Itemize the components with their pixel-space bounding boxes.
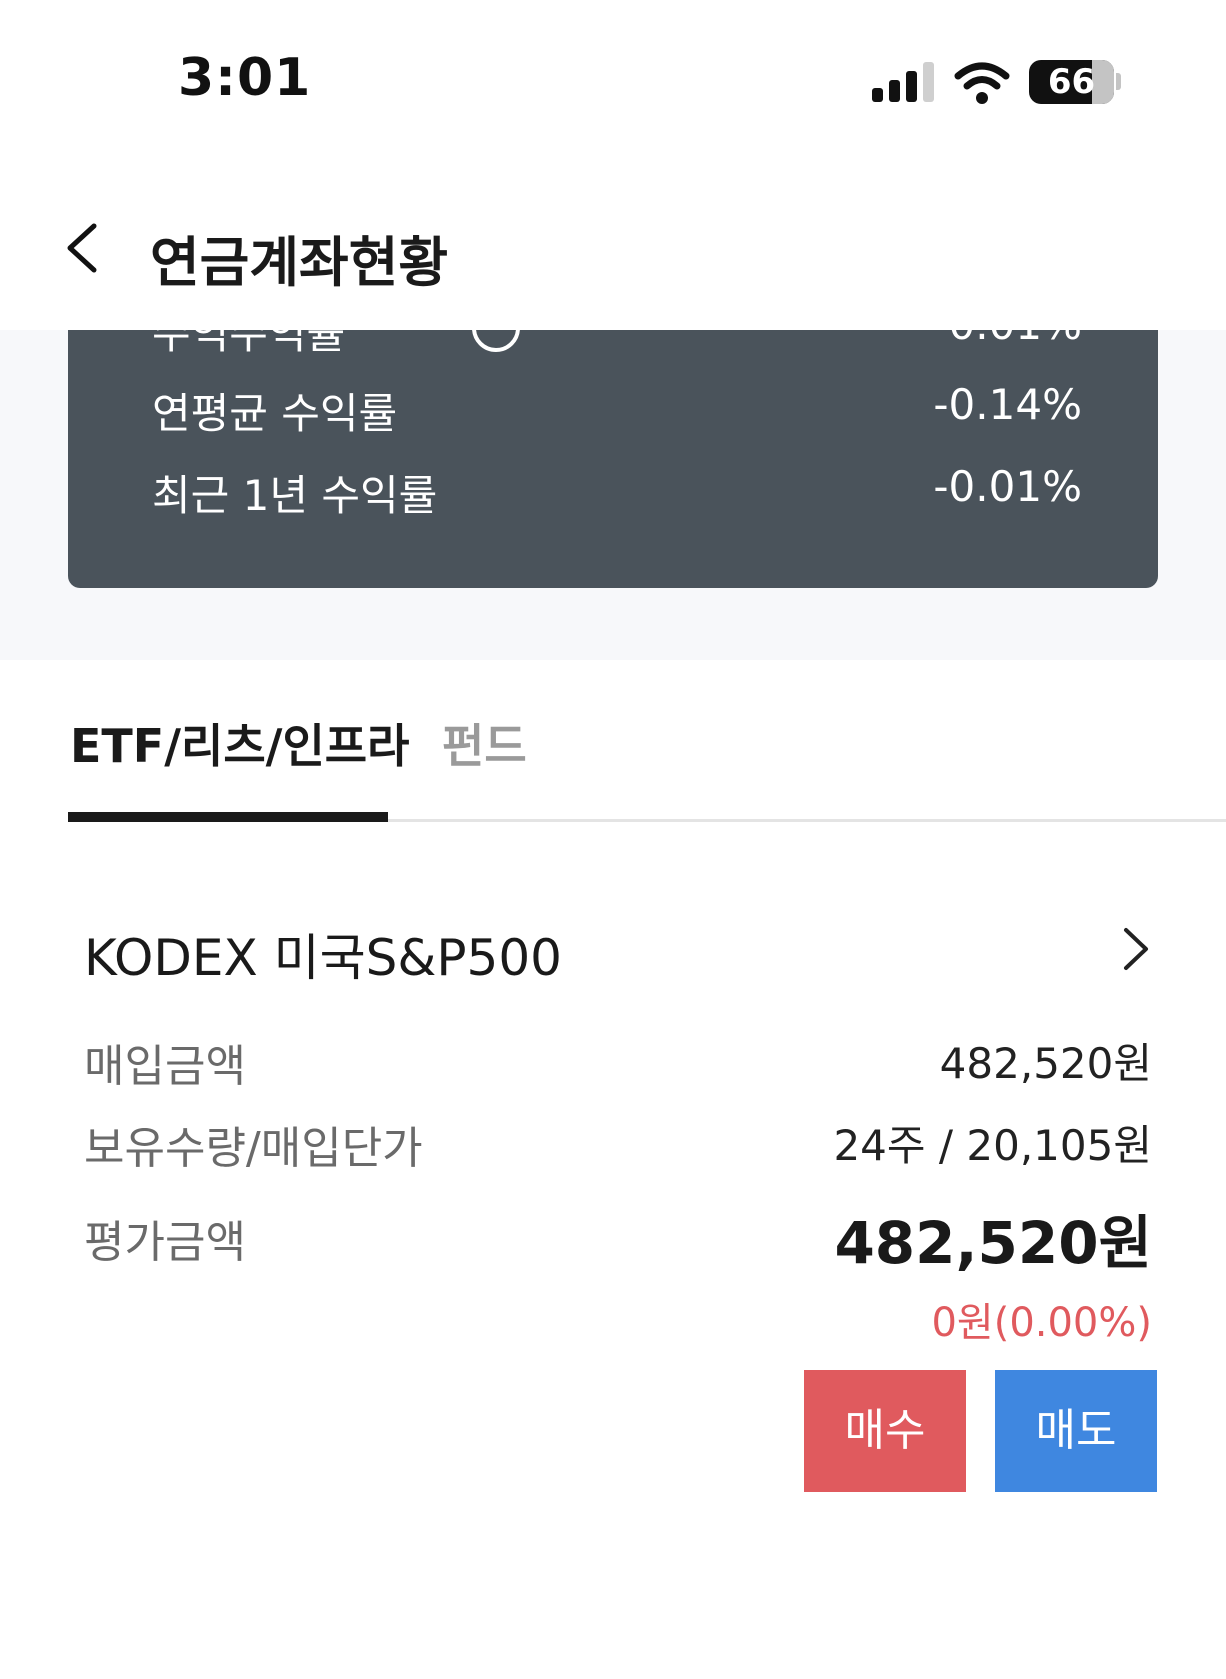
buy-button[interactable]: 매수 [804,1370,966,1492]
purchase-amount-value: 482,520원 [939,1039,1152,1088]
valuation-label: 평가금액 [84,1217,246,1268]
summary-row: 수익수익률 -0.01% [152,330,1082,358]
profit-change: 0원(0.00%) [931,1300,1152,1346]
holding-row: 보유수량/매입단가 24주 / 20,105원 [84,1112,1152,1174]
tab-fund[interactable]: 펀드 [442,710,527,776]
summary-row-label: 연평균 수익률 [152,389,398,438]
summary-area: 수익수익률 -0.01% 연평균 수익률 -0.14% 최근 1년 수익률 -0… [0,330,1226,660]
wifi-icon [954,62,1010,104]
valuation-value: 482,520원 [834,1209,1152,1277]
summary-row-label: 최근 1년 수익률 [152,471,438,520]
summary-row-value: -0.14% [933,380,1082,429]
page-title: 연금계좌현황 [150,231,449,294]
signal-icon [872,62,934,102]
asset-tabs: ETF/리츠/인프라 펀드 [0,700,1226,824]
quantity-price-label: 보유수량/매입단가 [84,1123,423,1174]
holding-name[interactable]: KODEX 미국S&P500 [84,918,562,990]
summary-row: 연평균 수익률 -0.14% [152,380,1082,438]
chevron-right-icon[interactable] [1110,924,1160,974]
holding-row: 매입금액 482,520원 [84,1030,1152,1092]
tab-active-indicator [68,812,388,822]
battery-cap [1116,73,1121,90]
chevron-left-icon[interactable] [56,218,116,278]
sell-button[interactable]: 매도 [995,1370,1157,1492]
purchase-amount-label: 매입금액 [84,1041,246,1092]
page-header: 연금계좌현황 [0,170,1226,330]
holding-item: KODEX 미국S&P500 매입금액 482,520원 보유수량/매입단가 2… [0,900,1226,1520]
status-bar: 3:01 66 [0,0,1226,170]
battery-level: 66 [1047,62,1096,102]
summary-row-value: -0.01% [933,462,1082,511]
summary-row-value: -0.01% [933,330,1082,349]
status-time: 3:01 [178,48,312,108]
holding-row: 평가금액 482,520원 [84,1206,1152,1277]
info-icon[interactable] [472,330,520,352]
tab-etf-reits-infra[interactable]: ETF/리츠/인프라 [70,710,409,776]
summary-row: 최근 1년 수익률 -0.01% [152,462,1082,520]
summary-row-label: 수익수익률 [152,330,346,358]
summary-card: 수익수익률 -0.01% 연평균 수익률 -0.14% 최근 1년 수익률 -0… [68,330,1158,588]
quantity-price-value: 24주 / 20,105원 [833,1121,1152,1170]
battery-icon: 66 [1029,60,1114,104]
